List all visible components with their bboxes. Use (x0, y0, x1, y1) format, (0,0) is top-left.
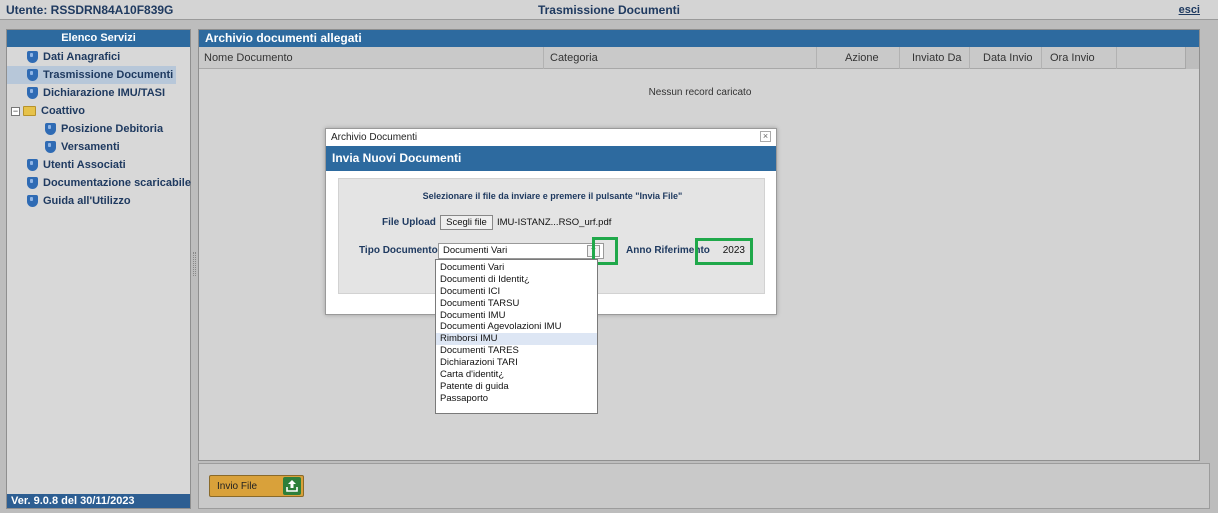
sidebar-item-label: Guida all'Utilizzo (43, 195, 131, 207)
sidebar-item-label: Dichiarazione IMU/TASI (43, 87, 166, 99)
tipo-documento-options: Documenti Vari Documenti di Identit¿ Doc… (435, 259, 598, 414)
sidebar-item-versamenti[interactable]: Versamenti (7, 138, 190, 156)
option-item[interactable]: Documenti ICI (436, 286, 597, 298)
sidebar-item-label: Coattivo (41, 105, 85, 117)
upload-icon (283, 477, 301, 495)
column-header-azione[interactable]: Azione (845, 52, 879, 64)
sidebar: Elenco Servizi Dati Anagrafici Trasmissi… (6, 29, 191, 509)
sidebar-item-coattivo[interactable]: − Coattivo (7, 102, 190, 120)
column-divider[interactable] (543, 47, 544, 69)
upload-instruction: Selezionare il file da inviare e premere… (422, 191, 683, 201)
version-label: Ver. 9.0.8 del 30/11/2023 (7, 494, 190, 508)
sidebar-item-label: Versamenti (61, 141, 120, 153)
tipo-documento-value: Documenti Vari (443, 245, 508, 256)
column-header-ora-invio[interactable]: Ora Invio (1050, 52, 1095, 64)
option-item[interactable]: Documenti IMU (436, 310, 597, 322)
invio-file-button[interactable]: Invio File (209, 475, 304, 497)
column-header-categoria[interactable]: Categoria (550, 52, 598, 64)
sidebar-item-label: Documentazione scaricabile (43, 177, 191, 189)
option-item[interactable]: Documenti TARES (436, 345, 597, 357)
option-item[interactable]: Dichiarazioni TARI (436, 357, 597, 369)
dialog-header: Invia Nuovi Documenti (326, 146, 776, 171)
shield-icon (45, 141, 56, 153)
sidebar-item-dati-anagrafici[interactable]: Dati Anagrafici (7, 48, 190, 66)
column-header-inviato-da[interactable]: Inviato Da (912, 52, 962, 64)
top-bar: Utente: RSSDRN84A10F839G Trasmissione Do… (0, 0, 1218, 20)
column-divider[interactable] (969, 47, 970, 69)
sidebar-item-dichiarazione-imu-tasi[interactable]: Dichiarazione IMU/TASI (7, 84, 190, 102)
choose-file-button[interactable]: Scegli file (440, 215, 493, 230)
sidebar-item-label: Trasmissione Documenti (43, 69, 174, 81)
shield-icon (27, 195, 38, 207)
file-upload-label: File Upload (382, 217, 436, 228)
option-item[interactable]: Documenti Agevolazioni IMU (436, 321, 597, 333)
folder-icon (23, 106, 36, 116)
option-item[interactable]: Passaporto (436, 393, 597, 405)
table-scrollbar[interactable] (1185, 47, 1199, 69)
sidebar-item-label: Dati Anagrafici (43, 51, 121, 63)
option-item[interactable]: Patente di guida (436, 381, 597, 393)
collapse-icon[interactable]: − (11, 106, 20, 116)
shield-icon (27, 159, 38, 171)
logout-link[interactable]: esci (1179, 4, 1200, 16)
empty-message: Nessun record caricato (648, 87, 752, 98)
column-divider[interactable] (1041, 47, 1042, 69)
action-bar: Invio File (198, 463, 1210, 509)
column-header-data-invio[interactable]: Data Invio (983, 52, 1033, 64)
panel-splitter[interactable] (193, 252, 196, 276)
tipo-documento-label: Tipo Documento (359, 245, 438, 256)
shield-icon (27, 51, 38, 63)
column-divider[interactable] (899, 47, 900, 69)
table-header: Nome Documento Categoria Azione Inviato … (199, 47, 1199, 69)
shield-icon (27, 69, 38, 81)
option-item[interactable]: Carta d'identit¿ (436, 369, 597, 381)
option-item[interactable]: Documenti Vari (436, 262, 597, 274)
tipo-documento-select[interactable]: Documenti Vari ▼ (438, 243, 604, 259)
invio-file-label: Invio File (217, 481, 258, 492)
sidebar-item-guida-utilizzo[interactable]: Guida all'Utilizzo (7, 192, 190, 210)
sidebar-item-utenti-associati[interactable]: Utenti Associati (7, 156, 190, 174)
selected-file-name: IMU-ISTANZ...RSO_urf.pdf (497, 217, 612, 228)
dialog-window-title: Archivio Documenti (331, 132, 418, 143)
column-divider[interactable] (816, 47, 817, 69)
sidebar-item-label: Posizione Debitoria (61, 123, 164, 135)
anno-riferimento-field[interactable]: 2023 (700, 245, 748, 256)
option-item-hovered[interactable]: Rimborsi IMU (436, 333, 597, 346)
shield-icon (27, 177, 38, 189)
sidebar-title: Elenco Servizi (7, 30, 190, 47)
page-title: Trasmissione Documenti (537, 3, 681, 17)
shield-icon (27, 87, 38, 99)
column-header-nome-documento[interactable]: Nome Documento (204, 52, 293, 64)
sidebar-item-posizione-debitoria[interactable]: Posizione Debitoria (7, 120, 190, 138)
close-icon[interactable]: × (760, 131, 771, 142)
option-item[interactable]: Documenti di Identit¿ (436, 274, 597, 286)
shield-icon (45, 123, 56, 135)
panel-title: Archivio documenti allegati (199, 30, 1199, 47)
sidebar-item-label: Utenti Associati (43, 159, 126, 171)
option-item[interactable]: Documenti TARSU (436, 298, 597, 310)
sidebar-menu: Dati Anagrafici Trasmissione Documenti D… (7, 47, 191, 210)
sidebar-item-documentazione-scaricabile[interactable]: Documentazione scaricabile (7, 174, 191, 192)
column-divider[interactable] (1116, 47, 1117, 69)
sidebar-item-trasmissione-documenti[interactable]: Trasmissione Documenti (7, 66, 176, 84)
